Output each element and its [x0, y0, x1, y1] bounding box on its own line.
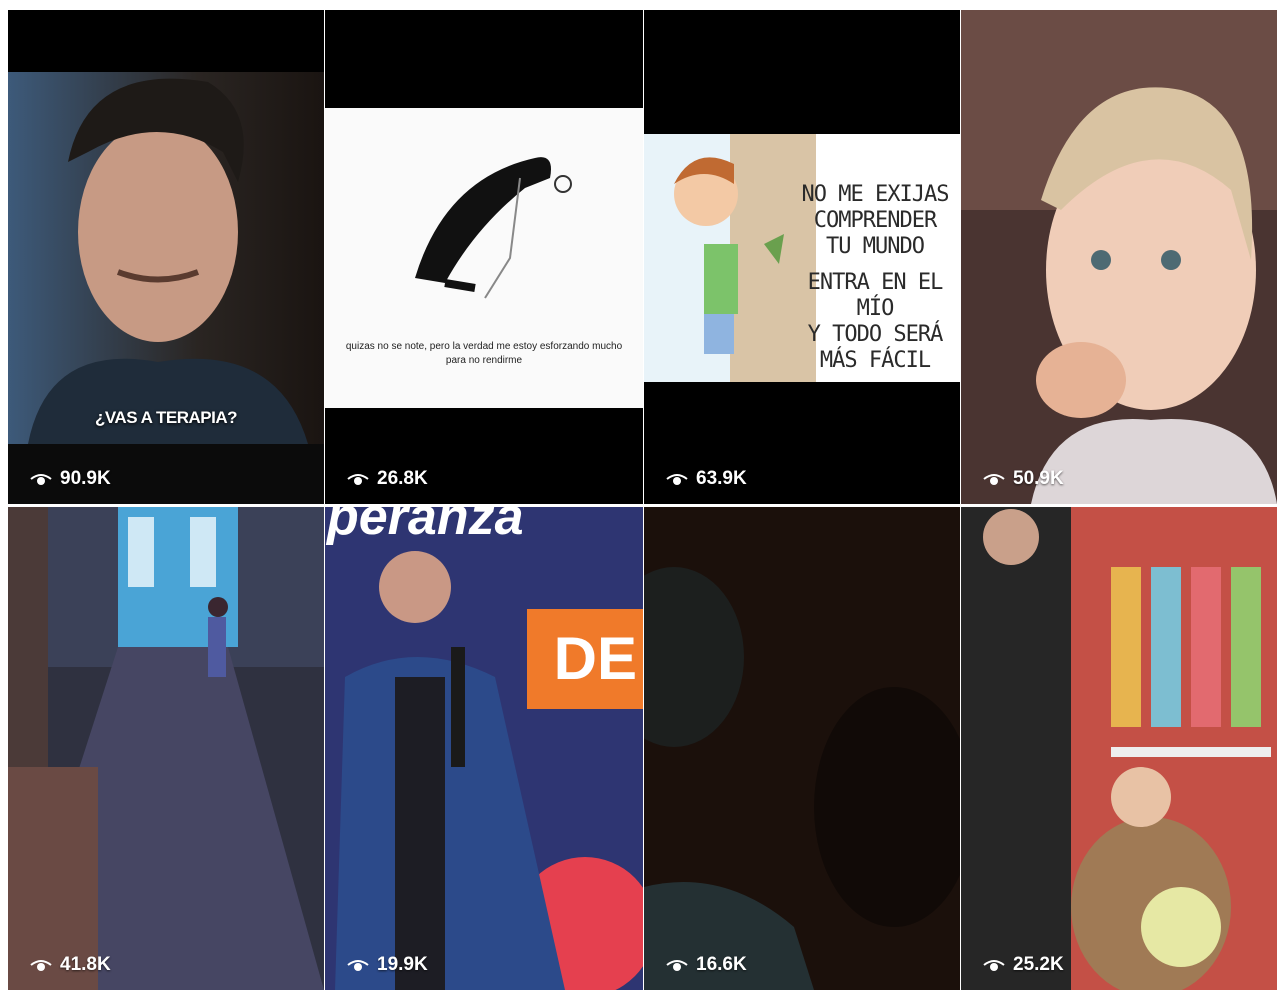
view-count: 63.9K — [666, 468, 747, 490]
view-count-label: 19.9K — [377, 954, 428, 975]
view-count: 41.8K — [30, 954, 111, 976]
view-count: 26.8K — [347, 468, 428, 490]
view-count-label: 50.9K — [1013, 468, 1064, 489]
view-count: 25.2K — [983, 954, 1064, 976]
eye-icon — [30, 960, 52, 971]
eye-icon — [347, 474, 369, 485]
video-tile-3[interactable]: NO ME EXIJAS COMPRENDER TU MUNDO ENTRA E… — [644, 10, 960, 504]
eye-icon — [983, 960, 1005, 971]
video-tile-2[interactable]: quizas no se note, pero la verdad me est… — [325, 10, 643, 504]
video-thumbnail — [961, 10, 1277, 504]
view-count-label: 26.8K — [377, 468, 428, 489]
video-thumbnail — [644, 507, 960, 990]
view-count: 50.9K — [983, 468, 1064, 490]
video-caption: NO ME EXIJAS COMPRENDER TU MUNDO ENTRA E… — [801, 182, 950, 373]
video-thumbnail — [8, 507, 324, 990]
video-thumbnail — [325, 507, 643, 990]
eye-icon — [347, 960, 369, 971]
video-tile-8[interactable]: 25.2K — [961, 507, 1277, 990]
video-thumbnail — [8, 72, 324, 444]
eye-icon — [666, 960, 688, 971]
view-count: 90.9K — [30, 468, 111, 490]
eye-icon — [30, 474, 52, 485]
video-thumbnail — [961, 507, 1277, 990]
video-caption: ¿VAS A TERAPIA? — [94, 408, 238, 427]
view-count: 19.9K — [347, 954, 428, 976]
video-grid: ¿VAS A TERAPIA? 90.9K quizas no se note,… — [8, 10, 1277, 990]
video-tile-5[interactable]: 41.8K — [8, 507, 324, 990]
video-tile-1[interactable]: ¿VAS A TERAPIA? 90.9K — [8, 10, 324, 504]
video-caption: quizas no se note, pero la verdad me est… — [345, 341, 623, 366]
view-count-label: 90.9K — [60, 468, 111, 489]
video-tile-7[interactable]: 16.6K — [644, 507, 960, 990]
view-count: 16.6K — [666, 954, 747, 976]
view-count-label: 25.2K — [1013, 954, 1064, 975]
view-count-label: 63.9K — [696, 468, 747, 489]
banner-tag: DE — [527, 609, 643, 709]
eye-icon — [983, 474, 1005, 485]
view-count-label: 16.6K — [696, 954, 747, 975]
top-bar — [8, 10, 324, 72]
video-tile-4[interactable]: 50.9K — [961, 10, 1277, 504]
view-count-label: 41.8K — [60, 954, 111, 975]
eye-icon — [666, 474, 688, 485]
video-tile-6[interactable]: peranza DE 19.9K — [325, 507, 643, 990]
banner-text: peranza — [327, 507, 524, 546]
